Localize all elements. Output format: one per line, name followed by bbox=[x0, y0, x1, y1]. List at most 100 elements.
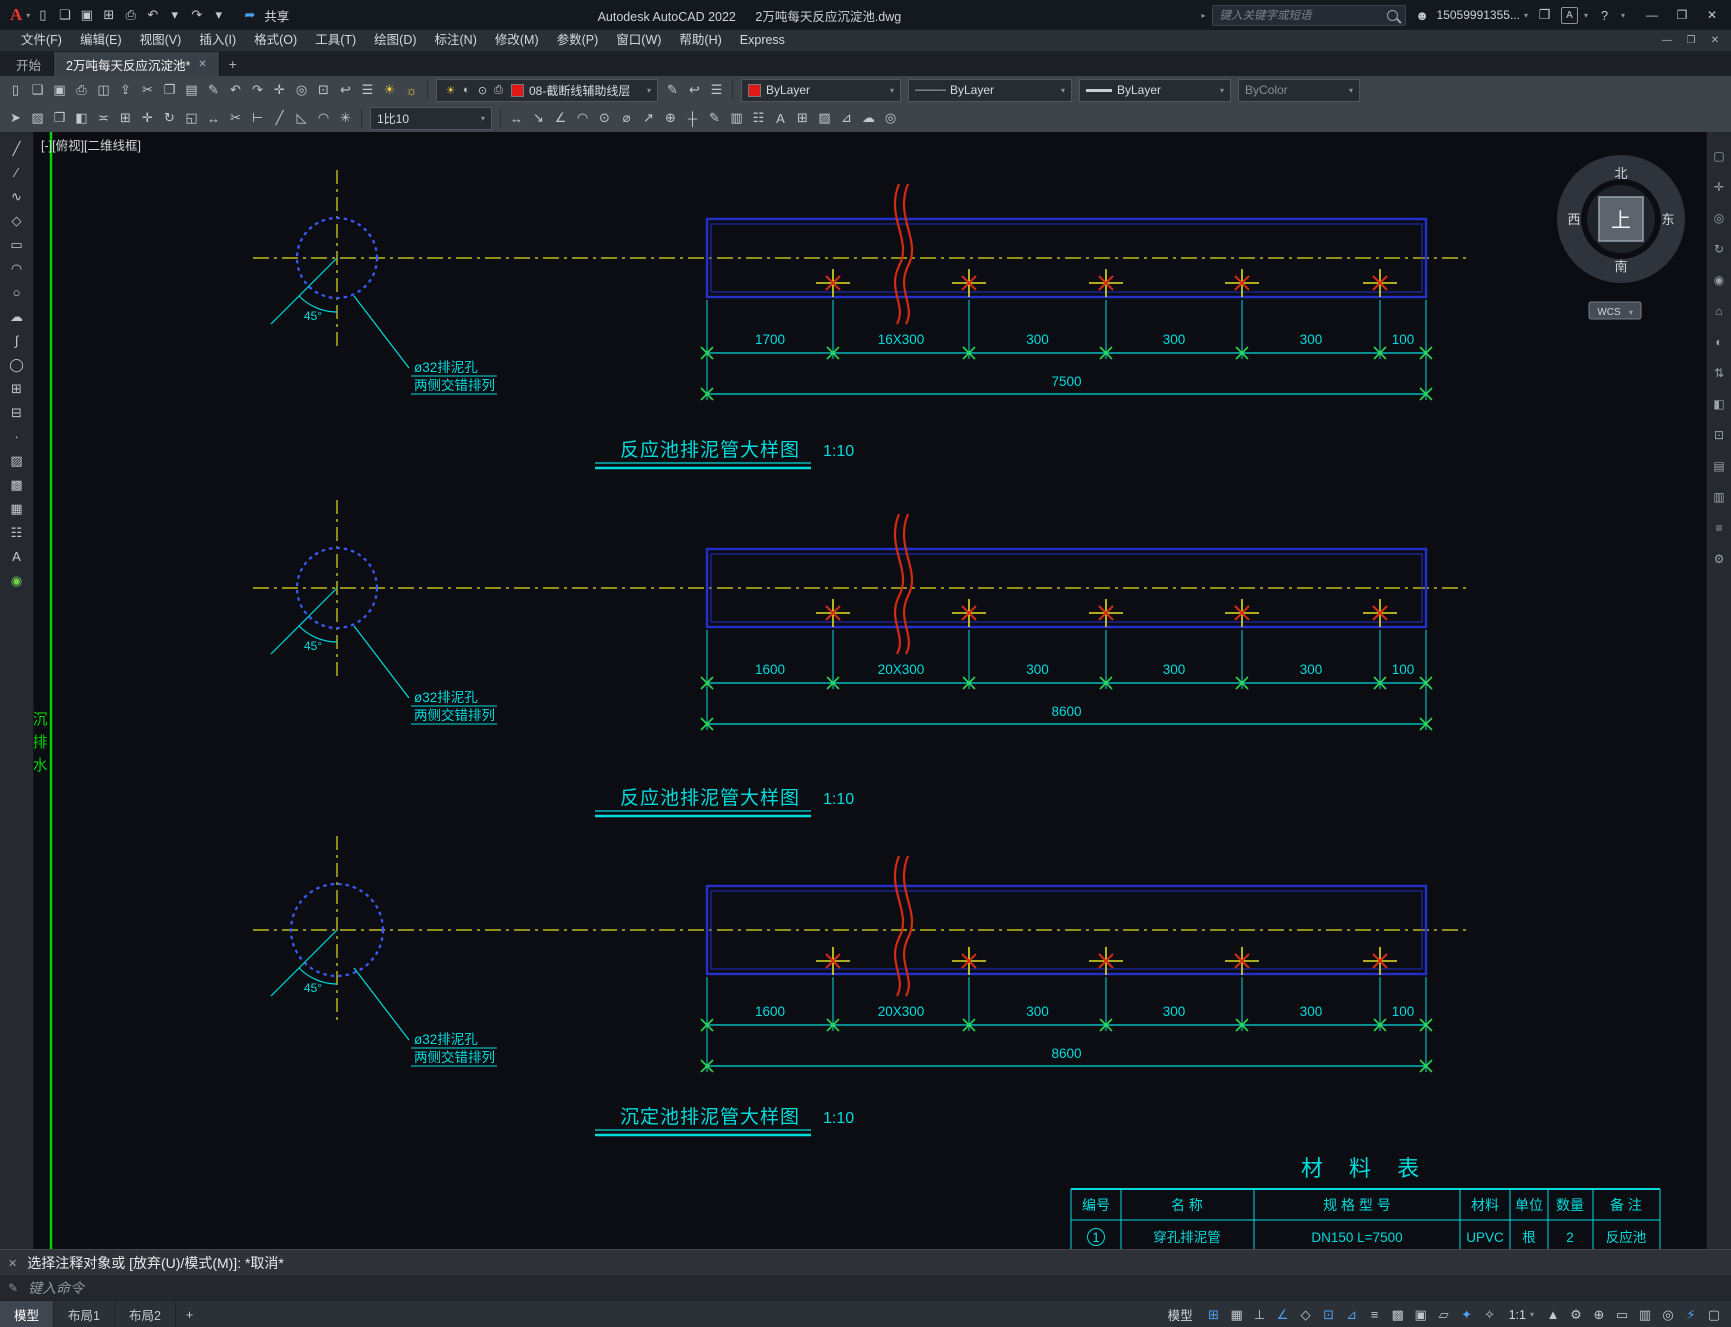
plot-icon[interactable]: ⎙ bbox=[71, 80, 92, 101]
table-cell[interactable]: 1 bbox=[1092, 1230, 1100, 1245]
dim-text[interactable]: 300 bbox=[1300, 332, 1323, 347]
linetype-select[interactable]: ——— ByLayer ▾ bbox=[908, 78, 1072, 102]
copy-object-icon[interactable]: ❒ bbox=[49, 108, 70, 129]
search-icon[interactable] bbox=[1386, 9, 1398, 21]
settings-icon[interactable]: ⚙ bbox=[1709, 549, 1729, 569]
plot-preview-icon[interactable]: ◫ bbox=[93, 80, 114, 101]
doc-restore-icon[interactable]: ❐ bbox=[1679, 35, 1703, 46]
note-text[interactable]: ø32排泥孔 bbox=[414, 360, 478, 375]
save-icon[interactable]: ▣ bbox=[49, 80, 70, 101]
menu-item[interactable]: 参数(P) bbox=[548, 30, 608, 51]
menu-item[interactable]: 绘图(D) bbox=[365, 30, 425, 51]
tolerance-icon[interactable]: ⊕ bbox=[660, 108, 681, 129]
region-icon[interactable]: ▦ bbox=[5, 498, 29, 519]
menu-item[interactable]: 修改(M) bbox=[486, 30, 548, 51]
layer-match-icon[interactable]: ✎ bbox=[662, 80, 683, 101]
share-button[interactable]: ➦ 共享 bbox=[231, 5, 297, 26]
dim-text[interactable]: 100 bbox=[1392, 662, 1415, 677]
command-input-row[interactable]: ✎ 键入命令 bbox=[0, 1275, 1731, 1300]
look-icon[interactable]: ◐ bbox=[1709, 332, 1729, 352]
color-select[interactable]: ByLayer ▾ bbox=[741, 78, 901, 102]
dim-edit-icon[interactable]: ✎ bbox=[704, 108, 725, 129]
lineweight-display-icon[interactable]: ≡ bbox=[1364, 1304, 1386, 1326]
orbit-icon[interactable]: ↻ bbox=[1709, 239, 1729, 259]
construction-line-icon[interactable]: ∕ bbox=[5, 162, 29, 183]
dim-text[interactable]: 100 bbox=[1392, 1004, 1415, 1019]
dim-radius-icon[interactable]: ⊙ bbox=[594, 108, 615, 129]
dim-total-text[interactable]: 7500 bbox=[1051, 374, 1081, 389]
dim-text[interactable]: 16X300 bbox=[878, 332, 925, 347]
plot-icon[interactable]: ⎙ bbox=[120, 5, 141, 26]
revision-cloud-icon[interactable]: ☁ bbox=[5, 306, 29, 327]
break-line[interactable] bbox=[893, 183, 905, 325]
dim-style-icon[interactable]: ▥ bbox=[726, 108, 747, 129]
scale-icon[interactable]: ◱ bbox=[181, 108, 202, 129]
break-line[interactable] bbox=[902, 513, 914, 655]
menu-item[interactable]: 窗口(W) bbox=[607, 30, 670, 51]
note-text[interactable]: 两侧交错排列 bbox=[414, 377, 495, 393]
annotation-monitor-icon[interactable]: ⊕ bbox=[1588, 1304, 1610, 1326]
leader-icon[interactable]: ↗ bbox=[638, 108, 659, 129]
transparency-icon[interactable]: ▩ bbox=[1387, 1304, 1409, 1326]
chamfer-icon[interactable]: ◺ bbox=[291, 108, 312, 129]
menu-item[interactable]: 编辑(E) bbox=[71, 30, 131, 51]
dim-text[interactable]: 1700 bbox=[755, 332, 785, 347]
insert-block-icon[interactable]: ⊞ bbox=[5, 378, 29, 399]
table-cell[interactable]: UPVC bbox=[1466, 1230, 1504, 1245]
undo-icon[interactable]: ↶ bbox=[142, 5, 163, 26]
table-cell[interactable]: 2 bbox=[1566, 1230, 1574, 1245]
dim-text[interactable]: 100 bbox=[1392, 332, 1415, 347]
dim-diameter-icon[interactable]: ⌀ bbox=[616, 108, 637, 129]
snap-mode-icon[interactable]: ▦ bbox=[1226, 1304, 1248, 1326]
break-line[interactable] bbox=[893, 513, 905, 655]
open-file-icon[interactable]: ❏ bbox=[27, 80, 48, 101]
redo-caret-icon[interactable]: ▾ bbox=[208, 5, 229, 26]
help-search-input[interactable]: 键入关键字或短语 bbox=[1211, 4, 1406, 26]
offset-icon[interactable]: ≍ bbox=[93, 108, 114, 129]
dim-arc-icon[interactable]: ◠ bbox=[572, 108, 593, 129]
copy-icon[interactable]: ❐ bbox=[159, 80, 180, 101]
menu-item[interactable]: 工具(T) bbox=[306, 30, 365, 51]
menu-item[interactable]: 视图(V) bbox=[131, 30, 191, 51]
table-cell[interactable]: 反应池 bbox=[1606, 1229, 1647, 1245]
gradient-icon[interactable]: ▩ bbox=[5, 474, 29, 495]
dim-text[interactable]: 300 bbox=[1163, 662, 1186, 677]
publish-icon[interactable]: ⇪ bbox=[115, 80, 136, 101]
line-icon[interactable]: ╱ bbox=[5, 138, 29, 159]
viewport-controls[interactable]: [-][俯视][二维线框] bbox=[41, 138, 141, 153]
table-icon[interactable]: ☷ bbox=[748, 108, 769, 129]
dim-text[interactable]: 20X300 bbox=[878, 662, 925, 677]
app-menu-caret-icon[interactable]: ▾ bbox=[26, 11, 30, 20]
layer-freeze-icon[interactable]: ◐ bbox=[459, 80, 474, 101]
spline-icon[interactable]: ∫ bbox=[5, 330, 29, 351]
steering-wheel-icon[interactable]: ◉ bbox=[1709, 270, 1729, 290]
annotation-scale-button[interactable]: 1:1 ▾ bbox=[1503, 1308, 1540, 1322]
layer-lock-icon[interactable]: ⊙ bbox=[475, 80, 490, 101]
rotate-icon[interactable]: ↻ bbox=[159, 108, 180, 129]
dim-total-text[interactable]: 8600 bbox=[1051, 704, 1081, 719]
revision-cloud-icon[interactable]: ☁ bbox=[858, 108, 879, 129]
units-icon[interactable]: ▭ bbox=[1611, 1304, 1633, 1326]
layout-tab-1[interactable]: 布局1 bbox=[54, 1301, 115, 1327]
osnap-settings-icon[interactable]: ◎ bbox=[880, 108, 901, 129]
move-icon[interactable]: ✛ bbox=[137, 108, 158, 129]
zoom-window-icon[interactable]: ⊡ bbox=[313, 80, 334, 101]
object-snap-icon[interactable]: ⊡ bbox=[1318, 1304, 1340, 1326]
table-cell[interactable]: DN150 L=7500 bbox=[1311, 1230, 1402, 1245]
layer-on-icon[interactable]: ☀ bbox=[379, 80, 400, 101]
redo-icon[interactable]: ↷ bbox=[247, 80, 268, 101]
dim-text[interactable]: 20X300 bbox=[878, 1004, 925, 1019]
new-file-icon[interactable]: ▯ bbox=[32, 5, 53, 26]
dim-text[interactable]: 1600 bbox=[755, 662, 785, 677]
dim-angular-icon[interactable]: ∠ bbox=[550, 108, 571, 129]
dim-aligned-icon[interactable]: ↘ bbox=[528, 108, 549, 129]
walk-icon[interactable]: ⇅ bbox=[1709, 363, 1729, 383]
layout-tab-model[interactable]: 模型 bbox=[0, 1301, 55, 1327]
dim-text[interactable]: 300 bbox=[1026, 1004, 1049, 1019]
plotstyle-select[interactable]: ByColor ▾ bbox=[1238, 78, 1360, 102]
list-icon[interactable]: ≡ bbox=[1709, 518, 1729, 538]
menu-item[interactable]: 帮助(H) bbox=[670, 30, 730, 51]
apps-caret-icon[interactable]: ▾ bbox=[1584, 11, 1588, 20]
break-line[interactable] bbox=[902, 183, 914, 325]
match-properties-icon[interactable]: ✎ bbox=[203, 80, 224, 101]
